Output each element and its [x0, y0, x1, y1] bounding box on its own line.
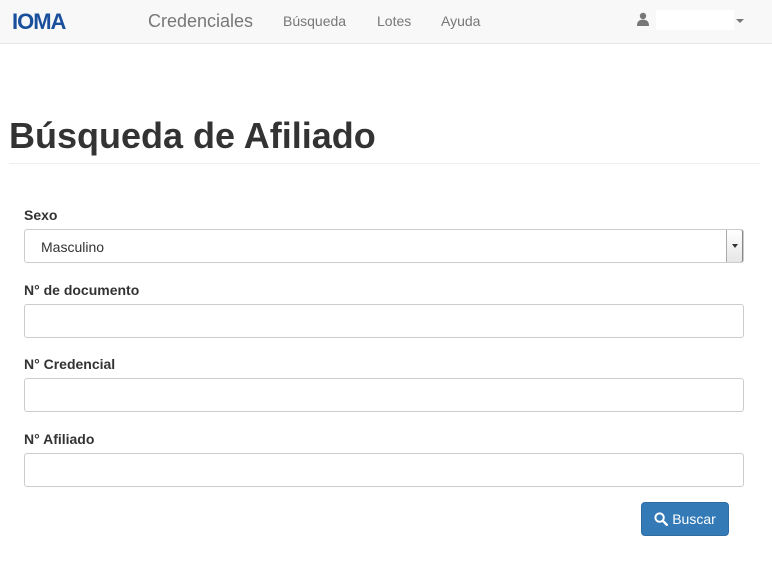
- credencial-input[interactable]: [24, 378, 744, 412]
- user-icon: [637, 12, 649, 26]
- credencial-label: N° Credencial: [24, 356, 116, 372]
- navbar: IOMA Credenciales Búsqueda Lotes Ayuda: [0, 0, 772, 44]
- page-title: Búsqueda de Afiliado: [9, 115, 376, 156]
- title-divider: [9, 163, 760, 164]
- ioma-logo[interactable]: IOMA: [12, 10, 104, 32]
- sexo-select[interactable]: Masculino: [24, 229, 744, 263]
- documento-input[interactable]: [24, 304, 744, 338]
- chevron-down-icon: [736, 19, 744, 23]
- logo-text: IOMA: [12, 10, 67, 32]
- afiliado-input[interactable]: [24, 453, 744, 487]
- search-button-label: Buscar: [672, 511, 716, 527]
- search-button[interactable]: Buscar: [641, 502, 729, 536]
- select-arrow-icon[interactable]: [726, 230, 743, 262]
- sexo-selected-value: Masculino: [41, 239, 105, 255]
- nav-link-busqueda[interactable]: Búsqueda: [283, 12, 346, 30]
- search-icon: [654, 512, 669, 526]
- documento-label: N° de documento: [24, 282, 140, 298]
- nav-link-ayuda[interactable]: Ayuda: [441, 12, 480, 30]
- user-name: [656, 10, 734, 30]
- afiliado-label: N° Afiliado: [24, 431, 95, 447]
- brand-link[interactable]: Credenciales: [148, 10, 253, 32]
- sexo-label: Sexo: [24, 207, 58, 223]
- user-menu-toggle[interactable]: [636, 10, 748, 32]
- nav-link-lotes[interactable]: Lotes: [377, 12, 411, 30]
